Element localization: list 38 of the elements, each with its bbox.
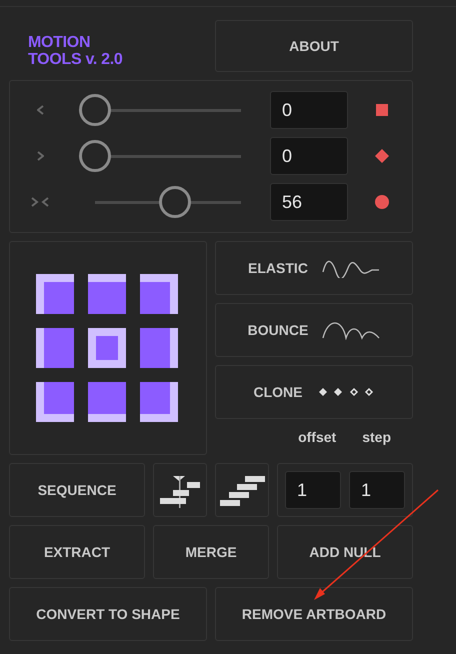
circle-icon[interactable]: [375, 195, 389, 209]
anchor-button[interactable]: [88, 328, 126, 368]
collapse-icon: [31, 197, 49, 207]
stagger-center-button[interactable]: [153, 463, 207, 517]
easing-button[interactable]: ELASTIC: [215, 241, 413, 295]
stagger-steps-button[interactable]: [215, 463, 269, 517]
slider-thumb[interactable]: [158, 186, 191, 218]
value-field[interactable]: 0: [270, 91, 348, 129]
anchor-button[interactable]: [140, 274, 178, 314]
value-field[interactable]: 1: [285, 471, 341, 509]
app-title: MOTION TOOLS v. 2.0: [27, 33, 124, 70]
action-button[interactable]: EXTRACT: [9, 525, 145, 579]
chevron-left-icon: [36, 105, 44, 115]
value-field[interactable]: 0: [270, 137, 348, 175]
easing-button[interactable]: BOUNCE: [215, 303, 413, 357]
sequence-button[interactable]: SEQUENCE: [9, 463, 145, 517]
slider-thumb[interactable]: [79, 94, 111, 126]
bounce-curve-icon: [322, 320, 380, 340]
anchor-button[interactable]: [88, 382, 126, 422]
anchor-button[interactable]: [36, 382, 74, 422]
anchor-button[interactable]: [140, 382, 178, 422]
diamond-icon[interactable]: [375, 149, 389, 163]
action-button[interactable]: REMOVE ARTBOARD: [215, 587, 413, 641]
field-label: offset: [298, 429, 336, 445]
chevron-right-icon: [36, 151, 44, 161]
slider-thumb[interactable]: [79, 140, 111, 172]
action-button[interactable]: CONVERT TO SHAPE: [9, 587, 207, 641]
easing-button[interactable]: CLONE: [215, 365, 413, 419]
anchor-button[interactable]: [140, 328, 178, 368]
value-field[interactable]: 56: [270, 183, 348, 221]
anchor-button[interactable]: [36, 328, 74, 368]
wave-curve-icon: [322, 258, 380, 278]
action-button[interactable]: MERGE: [153, 525, 269, 579]
field-label: step: [362, 429, 391, 445]
anchor-button[interactable]: [88, 274, 126, 314]
value-field[interactable]: 1: [349, 471, 405, 509]
about-button[interactable]: ABOUT: [215, 20, 413, 72]
anchor-button[interactable]: [36, 274, 74, 314]
